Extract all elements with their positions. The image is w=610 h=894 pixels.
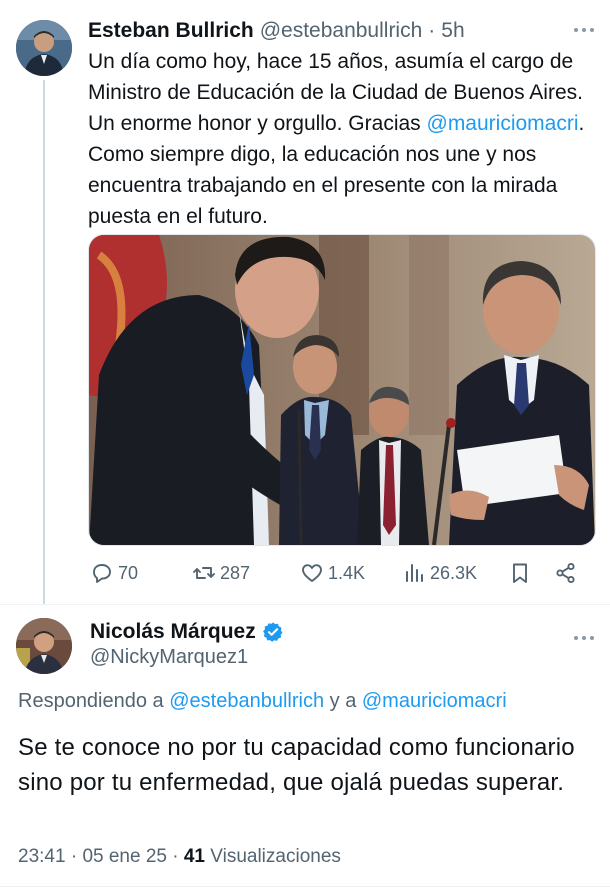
like-button[interactable]: 1.4K xyxy=(300,558,365,588)
replying-to: Respondiendo a @estebanbullrich y a @mau… xyxy=(18,690,507,713)
reply-author-handle[interactable]: @NickyMarquez1 xyxy=(90,646,248,669)
bottom-divider xyxy=(0,886,610,887)
separator-dot: · xyxy=(428,19,436,42)
avatar-image xyxy=(16,20,72,76)
reply-avatar[interactable] xyxy=(16,618,72,674)
replying-mention-1[interactable]: @estebanbullrich xyxy=(169,690,324,712)
share-button[interactable] xyxy=(554,558,578,588)
reply-count: 70 xyxy=(118,562,139,583)
bookmark-button[interactable] xyxy=(508,558,532,588)
reply-more-options-icon[interactable] xyxy=(572,630,596,646)
views-button[interactable]: 26.3K xyxy=(402,558,477,588)
verified-badge-icon[interactable] xyxy=(262,621,284,643)
more-options-icon[interactable] xyxy=(572,22,596,38)
author-handle[interactable]: @estebanbullrich xyxy=(260,19,423,43)
original-tweet[interactable]: Esteban Bullrich @estebanbullrich · 5h U… xyxy=(0,0,610,600)
heart-icon xyxy=(302,564,322,582)
reply-metadata: 23:41 · 05 ene 25 · 41 Visualizaciones xyxy=(18,846,341,867)
tweet-header: Esteban Bullrich @estebanbullrich · 5h xyxy=(88,16,465,46)
mention-link[interactable]: @mauriciomacri xyxy=(427,112,579,135)
reply-date[interactable]: 05 ene 25 xyxy=(82,846,167,867)
views-icon xyxy=(406,564,423,582)
repost-icon xyxy=(193,567,215,579)
reply-header: Nicolás Márquez xyxy=(90,618,284,646)
author-name[interactable]: Esteban Bullrich xyxy=(88,19,254,43)
replying-mention-2[interactable]: @mauriciomacri xyxy=(362,690,507,712)
reply-text: Se te conoce no por tu capacidad como fu… xyxy=(18,734,575,796)
reply-time[interactable]: 23:41 xyxy=(18,846,66,867)
avatar[interactable] xyxy=(16,20,72,76)
repost-button[interactable]: 287 xyxy=(192,558,250,588)
replying-prefix: Respondiendo a xyxy=(18,690,170,712)
tweet-text: Un día como hoy, hace 15 años, asumía el… xyxy=(88,46,598,232)
reply-views-count: 41 xyxy=(183,846,205,867)
reply-button[interactable]: 70 xyxy=(90,558,138,588)
divider xyxy=(0,604,610,605)
bookmark-icon xyxy=(513,563,527,583)
views-count: 26.3K xyxy=(430,562,478,583)
replying-and: y a xyxy=(324,690,362,712)
reply-views-label: Visualizaciones xyxy=(210,846,341,867)
ceremony-photo xyxy=(89,235,595,545)
reply-author-name[interactable]: Nicolás Márquez xyxy=(90,620,256,644)
share-icon xyxy=(556,562,575,584)
repost-count: 287 xyxy=(220,562,251,583)
tweet-actions-bar: 70 287 1.4K 26.3K xyxy=(88,558,588,588)
tweet-time[interactable]: 5h xyxy=(441,19,464,43)
like-count: 1.4K xyxy=(328,562,366,583)
reply-avatar-image xyxy=(16,618,72,674)
tweet-photo[interactable] xyxy=(88,234,596,546)
reply-icon xyxy=(93,564,111,583)
